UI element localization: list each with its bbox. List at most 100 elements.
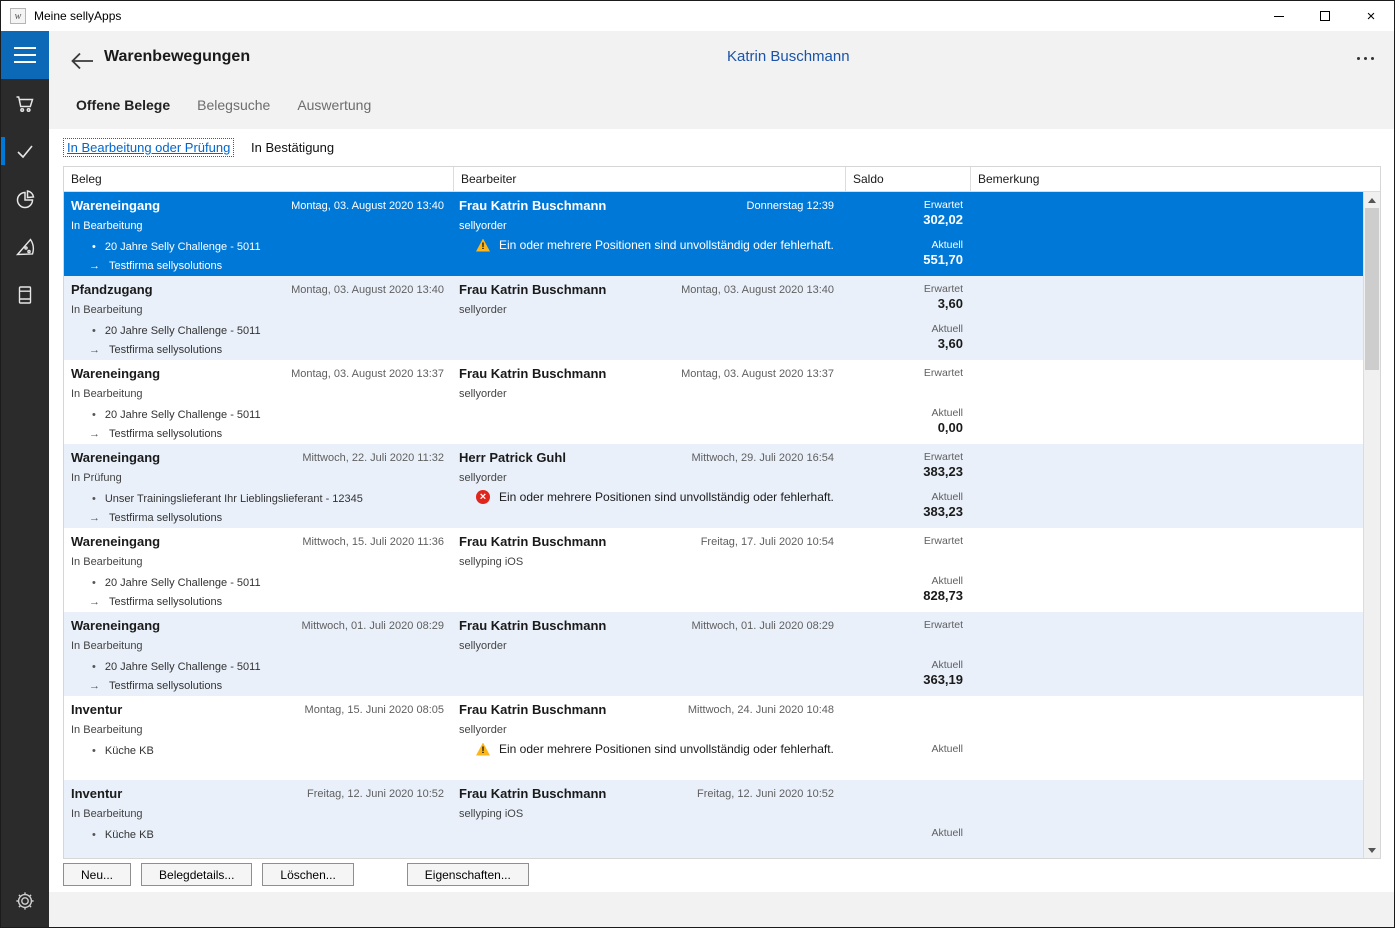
column-header-bearbeiter[interactable]: Bearbeiter — [454, 167, 846, 192]
scroll-down-icon — [1368, 848, 1376, 853]
table-row[interactable]: Inventur Freitag, 12. Juni 2020 10:52 In… — [64, 780, 1363, 858]
cell-beleg: Pfandzugang Montag, 03. August 2020 13:4… — [64, 276, 454, 360]
scroll-up-button[interactable] — [1364, 192, 1380, 208]
document-date: Mittwoch, 22. Juli 2020 11:32 — [302, 452, 444, 464]
document-type: Inventur — [71, 786, 122, 801]
saldo-actual-value: 363,19 — [923, 672, 963, 687]
document-status: In Bearbeitung — [71, 556, 143, 568]
saldo-expected-label: Erwartet — [924, 451, 963, 463]
saldo-actual-value: 0,00 — [938, 420, 963, 435]
ellipsis-icon — [1357, 57, 1360, 60]
document-company: Testfirma sellysolutions — [109, 428, 222, 440]
saldo-actual-value: 551,70 — [923, 252, 963, 267]
gear-icon — [13, 889, 37, 913]
maximize-button[interactable] — [1302, 1, 1348, 31]
minimize-button[interactable] — [1256, 1, 1302, 31]
close-button[interactable]: × — [1348, 1, 1394, 31]
title-bar: w Meine sellyApps × — [1, 1, 1394, 31]
table-row[interactable]: Wareneingang Mittwoch, 15. Juli 2020 11:… — [64, 528, 1363, 612]
document-type: Pfandzugang — [71, 282, 153, 297]
pie-chart-icon — [13, 187, 37, 211]
column-header-saldo[interactable]: Saldo — [846, 167, 971, 192]
book-icon — [13, 283, 37, 307]
filter-in-bearbeitung-oder-pruefung[interactable]: In Bearbeitung oder Prüfung — [63, 138, 234, 157]
arrow-icon: → — [89, 680, 100, 692]
tab-belegsuche[interactable]: Belegsuche — [197, 95, 270, 115]
cell-bearbeiter: Frau Katrin Buschmann Montag, 03. August… — [454, 276, 846, 360]
editor-date: Donnerstag 12:39 — [747, 200, 834, 212]
cell-bemerkung — [971, 780, 1363, 858]
table-row[interactable]: Wareneingang Mittwoch, 22. Juli 2020 11:… — [64, 444, 1363, 528]
document-status: In Bearbeitung — [71, 640, 143, 652]
document-details-button[interactable]: Belegdetails... — [141, 863, 252, 886]
editor-name: Herr Patrick Guhl — [459, 450, 566, 465]
arrow-icon: → — [89, 512, 100, 524]
document-date: Mittwoch, 01. Juli 2020 08:29 — [302, 620, 444, 632]
cell-bemerkung — [971, 696, 1363, 780]
scroll-down-button[interactable] — [1364, 842, 1380, 858]
document-type: Wareneingang — [71, 534, 160, 549]
message-text: Ein oder mehrere Positionen sind unvolls… — [499, 238, 834, 252]
pizza-slice-icon — [13, 235, 37, 259]
table-row[interactable]: Wareneingang Montag, 03. August 2020 13:… — [64, 360, 1363, 444]
column-header-beleg[interactable]: Beleg — [64, 167, 454, 192]
delete-button[interactable]: Löschen... — [262, 863, 353, 886]
new-button[interactable]: Neu... — [63, 863, 131, 886]
sidebar-item-articles[interactable] — [1, 223, 49, 271]
editor-date: Montag, 03. August 2020 13:37 — [681, 368, 834, 380]
scrollbar-thumb[interactable] — [1365, 208, 1379, 370]
table-row[interactable]: Wareneingang Mittwoch, 01. Juli 2020 08:… — [64, 612, 1363, 696]
back-button[interactable] — [65, 46, 99, 76]
cell-saldo: Erwartet Aktuell 363,19 — [846, 612, 971, 696]
arrow-icon: → — [89, 596, 100, 608]
document-status: In Bearbeitung — [71, 808, 143, 820]
document-company: Testfirma sellysolutions — [109, 680, 222, 692]
saldo-actual-label: Aktuell — [931, 239, 963, 251]
cell-bearbeiter: Frau Katrin Buschmann Donnerstag 12:39 s… — [454, 192, 846, 276]
sidebar-item-statistics[interactable] — [1, 175, 49, 223]
editor-date: Mittwoch, 24. Juni 2020 10:48 — [688, 704, 834, 716]
window-title: Meine sellyApps — [34, 9, 121, 23]
bullet-icon: • — [92, 745, 96, 757]
document-company: Testfirma sellysolutions — [109, 596, 222, 608]
document-status: In Prüfung — [71, 472, 122, 484]
saldo-actual-label: Aktuell — [931, 575, 963, 587]
editor-name: Frau Katrin Buschmann — [459, 366, 606, 381]
table-row[interactable]: Pfandzugang Montag, 03. August 2020 13:4… — [64, 276, 1363, 360]
document-company: Testfirma sellysolutions — [109, 512, 222, 524]
message-status-icon — [476, 490, 490, 504]
cell-saldo: Erwartet 383,23 Aktuell 383,23 — [846, 444, 971, 528]
tab-auswertung[interactable]: Auswertung — [297, 95, 371, 115]
document-status: In Bearbeitung — [71, 724, 143, 736]
editor-name: Frau Katrin Buschmann — [459, 282, 606, 297]
saldo-actual-label: Aktuell — [931, 407, 963, 419]
shopping-cart-icon — [13, 91, 37, 115]
sidebar-item-settings[interactable] — [1, 877, 49, 925]
cell-bearbeiter: Frau Katrin Buschmann Mittwoch, 24. Juni… — [454, 696, 846, 780]
document-source: Küche KB — [105, 829, 154, 841]
column-header-bemerkung[interactable]: Bemerkung — [971, 167, 1380, 192]
tab-offene-belege[interactable]: Offene Belege — [76, 95, 170, 115]
table-row[interactable]: Inventur Montag, 15. Juni 2020 08:05 In … — [64, 696, 1363, 780]
more-options-button[interactable] — [1351, 51, 1380, 66]
sidebar-item-book[interactable] — [1, 271, 49, 319]
bullet-icon: • — [92, 493, 96, 505]
sidebar-item-cart[interactable] — [1, 79, 49, 127]
cell-bearbeiter: Frau Katrin Buschmann Mittwoch, 01. Juli… — [454, 612, 846, 696]
document-source: 20 Jahre Selly Challenge - 5011 — [105, 577, 261, 589]
user-name[interactable]: Katrin Buschmann — [727, 48, 850, 65]
document-company: Testfirma sellysolutions — [109, 344, 222, 356]
hamburger-menu-button[interactable] — [1, 31, 49, 79]
document-status: In Bearbeitung — [71, 388, 143, 400]
vertical-scrollbar[interactable] — [1363, 192, 1380, 858]
saldo-actual-label: Aktuell — [931, 659, 963, 671]
document-type: Wareneingang — [71, 366, 160, 381]
sidebar-item-open-documents[interactable] — [1, 127, 49, 175]
filter-in-bestaetigung[interactable]: In Bestätigung — [251, 140, 334, 155]
document-status: In Bearbeitung — [71, 220, 143, 232]
editor-date: Montag, 03. August 2020 13:40 — [681, 284, 834, 296]
cell-saldo: Aktuell — [846, 696, 971, 780]
properties-button[interactable]: Eigenschaften... — [407, 863, 529, 886]
document-type: Wareneingang — [71, 618, 160, 633]
table-row[interactable]: Wareneingang Montag, 03. August 2020 13:… — [64, 192, 1363, 276]
